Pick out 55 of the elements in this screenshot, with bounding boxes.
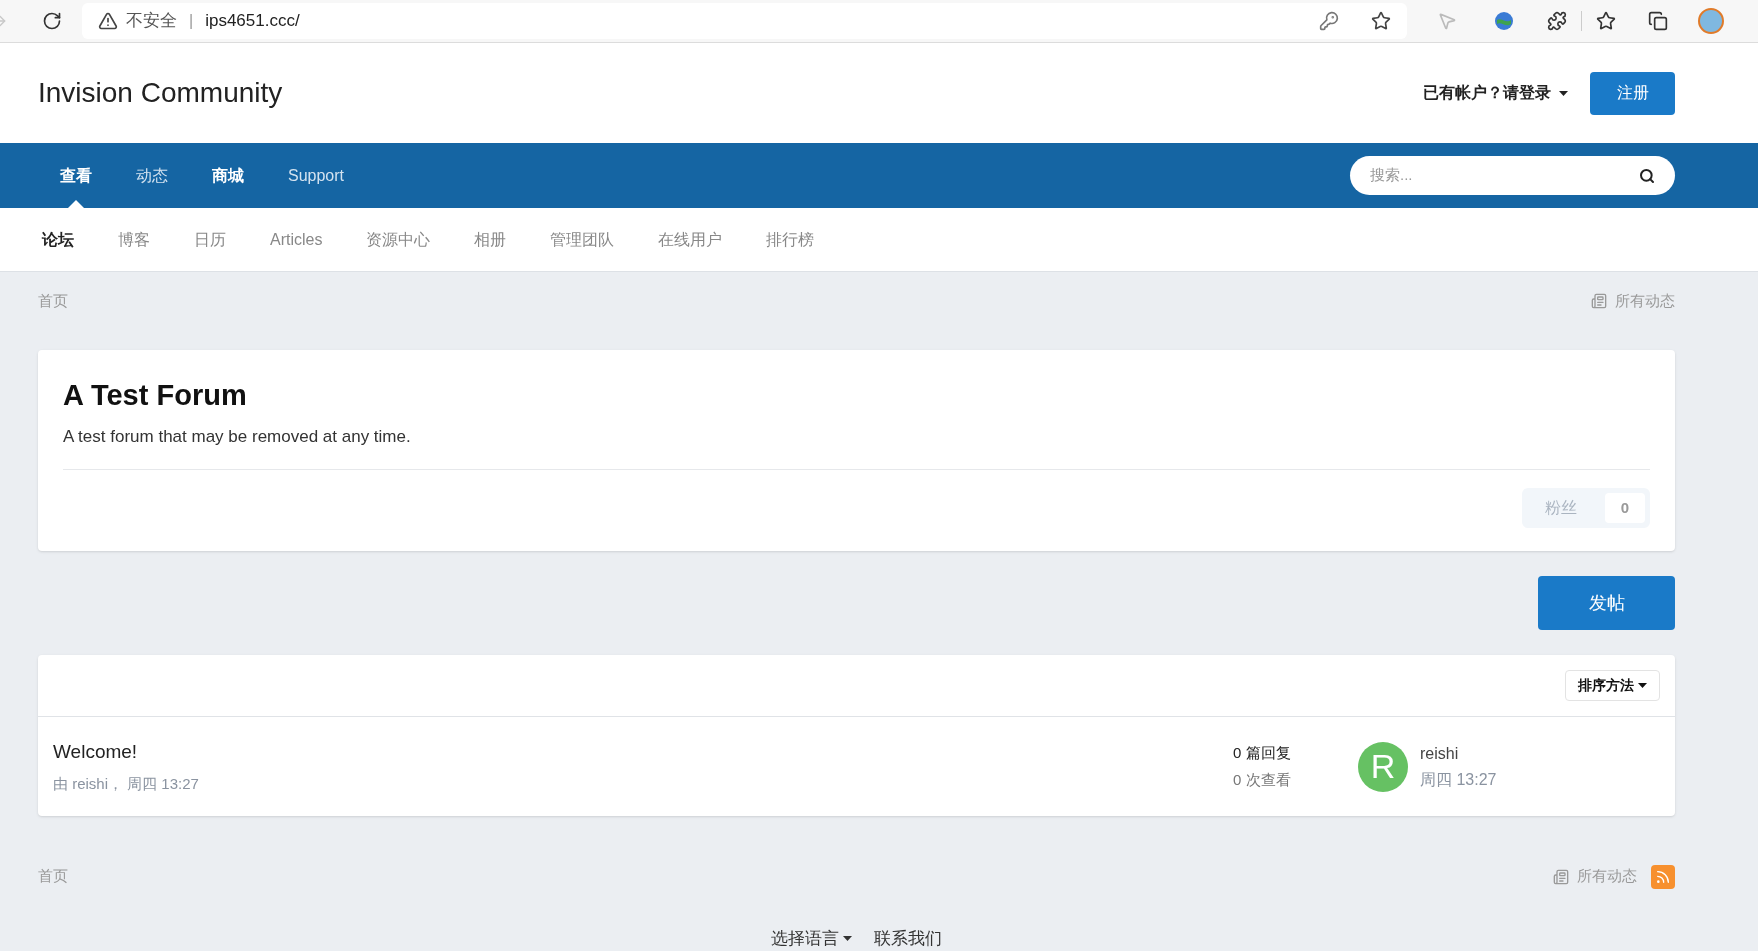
security-label: 不安全 (126, 10, 177, 33)
add-favorite-icon[interactable] (1371, 11, 1391, 31)
subnav-tab[interactable]: 论坛 (20, 227, 96, 252)
subnav-tab[interactable]: 相册 (452, 227, 529, 252)
site-title[interactable]: Invision Community (38, 72, 283, 114)
register-button[interactable]: 注册 (1590, 71, 1675, 115)
newspaper-icon (1591, 293, 1607, 309)
nav-tab[interactable]: 查看 (38, 143, 114, 208)
breadcrumb-home[interactable]: 首页 (38, 289, 68, 313)
search-icon[interactable] (1639, 167, 1655, 184)
breadcrumb-home[interactable]: 首页 (38, 865, 68, 888)
subnav-tab[interactable]: 日历 (172, 227, 248, 252)
login-link[interactable]: 已有帐户？请登录 (1423, 81, 1568, 105)
caret-icon (843, 936, 852, 942)
caret-icon (1559, 90, 1568, 96)
subnav-tab[interactable]: 博客 (96, 227, 172, 252)
key-icon[interactable] (1319, 11, 1339, 31)
subnav-tab[interactable]: 排行榜 (744, 227, 837, 252)
profile-avatar[interactable] (1698, 8, 1724, 34)
forum-description: A test forum that may be removed at any time. (63, 425, 412, 448)
forum-title: A Test Forum (63, 378, 248, 413)
language-selector[interactable]: 选择语言 (771, 926, 852, 951)
caret-icon (1638, 683, 1647, 688)
last-post-time: 周四 13:27 (1420, 769, 1498, 790)
nav-tab[interactable]: 动态 (114, 143, 190, 208)
all-activity-link[interactable]: 所有动态 (1553, 865, 1637, 888)
all-activity-link[interactable]: 所有动态 (1591, 289, 1675, 313)
search-bar[interactable]: 搜索... (1350, 156, 1675, 195)
globe-icon[interactable] (1493, 10, 1515, 32)
subnav-tab[interactable]: 在线用户 (636, 227, 745, 252)
topic-title[interactable]: Welcome! (53, 738, 1233, 767)
subnav-tab[interactable]: Articles (248, 227, 345, 252)
topic-meta: 由 reishi， 周四 13:27 (53, 773, 200, 794)
extensions-icon[interactable] (1547, 11, 1567, 31)
url-text: ips4651.ccc/ (205, 10, 300, 33)
address-bar[interactable]: 不安全 | ips4651.ccc/ (82, 3, 1407, 39)
separator: | (189, 11, 194, 31)
collections-icon[interactable] (1648, 11, 1668, 31)
subnav-tab[interactable]: 管理团队 (528, 227, 637, 252)
warning-icon (98, 11, 118, 31)
search-field[interactable]: 搜索... (1370, 164, 1639, 187)
view-count: 0 次查看 (1233, 769, 1292, 790)
favorites-icon[interactable] (1596, 11, 1616, 31)
nav-tab[interactable]: 商城 (190, 143, 266, 208)
followers-button[interactable]: 粉丝 0 (1522, 488, 1650, 528)
new-topic-button[interactable]: 发帖 (1538, 576, 1675, 630)
reply-count: 0 篇回复 (1233, 743, 1292, 763)
sort-button[interactable]: 排序方法 (1565, 670, 1660, 701)
followers-count: 0 (1605, 493, 1645, 523)
contact-link[interactable]: 联系我们 (874, 926, 942, 951)
last-poster-name[interactable]: reishi (1420, 741, 1660, 766)
subnav-tab[interactable]: 资源中心 (344, 227, 453, 252)
newspaper-icon (1553, 868, 1569, 885)
reload-icon[interactable] (42, 11, 62, 31)
nav-tab[interactable]: Support (266, 143, 367, 208)
